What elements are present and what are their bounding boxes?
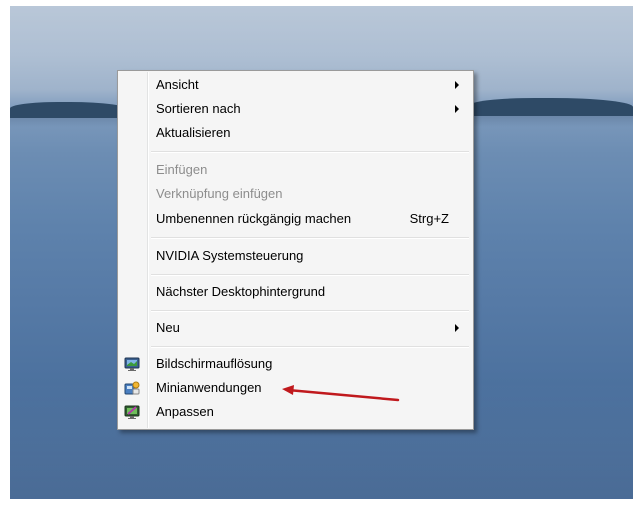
menu-item-label: Ansicht <box>156 77 199 92</box>
menu-item-paste-shortcut: Verknüpfung einfügen <box>118 183 473 205</box>
menu-item-personalize[interactable]: Anpassen <box>118 401 473 423</box>
personalize-icon <box>124 404 140 420</box>
submenu-arrow-icon <box>455 81 459 89</box>
menu-item-label: Einfügen <box>156 162 208 177</box>
shoreline-left <box>10 102 130 118</box>
menu-separator <box>151 310 469 312</box>
menu-item-nvidia-control-panel[interactable]: NVIDIA Systemsteuerung <box>118 245 473 267</box>
menu-item-sort-by[interactable]: Sortieren nach <box>118 98 473 120</box>
menu-item-label: Anpassen <box>156 404 214 419</box>
gadgets-icon <box>124 380 140 396</box>
menu-item-label: Bildschirmauflösung <box>156 356 273 371</box>
annotation-arrow-icon <box>282 385 400 402</box>
menu-item-label: Neu <box>156 320 180 335</box>
screen-resolution-icon <box>124 356 140 372</box>
menu-item-label: Nächster Desktophintergrund <box>156 284 326 299</box>
menu-item-new[interactable]: Neu <box>118 317 473 339</box>
menu-item-paste: Einfügen <box>118 159 473 181</box>
menu-item-view[interactable]: Ansicht <box>118 74 473 96</box>
submenu-arrow-icon <box>455 324 459 332</box>
menu-separator <box>151 274 469 276</box>
menu-item-next-desktop-background[interactable]: Nächster Desktophintergrund <box>118 281 473 303</box>
menu-item-refresh[interactable]: Aktualisieren <box>118 122 473 144</box>
menu-separator <box>151 151 469 153</box>
menu-separator <box>151 346 469 348</box>
desktop-context-menu: Ansicht Sortieren nach Aktualisieren Ein… <box>117 70 474 430</box>
menu-item-label: Verknüpfung einfügen <box>156 186 283 201</box>
menu-item-screen-resolution[interactable]: Bildschirmauflösung <box>118 353 473 375</box>
menu-item-label: Minianwendungen <box>156 380 262 395</box>
menu-item-label: Umbenennen rückgängig machen <box>156 211 352 226</box>
menu-item-label: NVIDIA Systemsteuerung <box>156 248 304 263</box>
menu-separator <box>151 237 469 239</box>
menu-item-undo-rename[interactable]: Umbenennen rückgängig machen Strg+Z <box>118 208 473 230</box>
shoreline-right <box>470 98 633 116</box>
menu-item-label: Aktualisieren <box>156 125 231 140</box>
menu-item-label: Sortieren nach <box>156 101 241 116</box>
submenu-arrow-icon <box>455 105 459 113</box>
shortcut-label: Strg+Z <box>409 211 449 226</box>
